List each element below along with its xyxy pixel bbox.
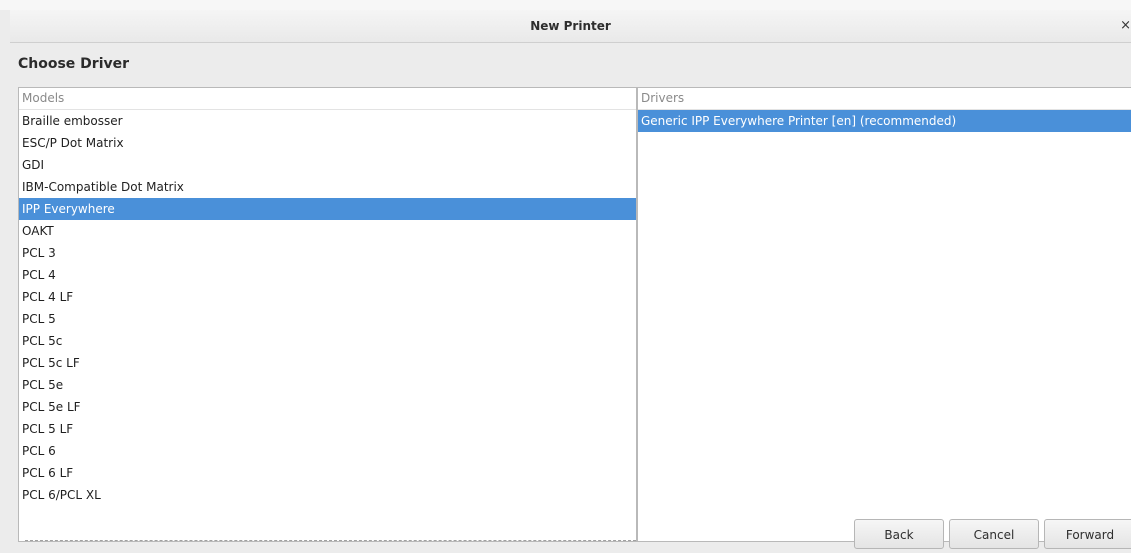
model-list-item[interactable]: PCL 4 [19, 264, 636, 286]
dialog-content: Choose Driver Models Braille embosser ESC… [10, 43, 1131, 553]
model-list-item[interactable]: PCL 6 [19, 440, 636, 462]
page-title: Choose Driver [18, 56, 130, 72]
drivers-column-header[interactable]: Drivers [638, 88, 1131, 110]
back-button[interactable]: Back [854, 519, 944, 549]
model-list-item[interactable]: Braille embosser [19, 110, 636, 132]
model-list-item[interactable]: PCL 5e [19, 374, 636, 396]
cancel-button[interactable]: Cancel [949, 519, 1039, 549]
model-list-item[interactable]: PCL 4 LF [19, 286, 636, 308]
model-list-item[interactable]: ESC/P Dot Matrix [19, 132, 636, 154]
model-list-item[interactable]: PCL 5c [19, 330, 636, 352]
models-list[interactable]: Models Braille embosser ESC/P Dot Matrix G… [18, 87, 637, 542]
model-list-item[interactable]: IBM-Compatible Dot Matrix [19, 176, 636, 198]
driver-list-item[interactable]: Generic IPP Everywhere Printer [en] (rec… [638, 110, 1131, 132]
model-list-item[interactable]: PCL 5c LF [19, 352, 636, 374]
model-list-item[interactable]: GDI [19, 154, 636, 176]
close-icon[interactable]: × [1120, 18, 1131, 33]
titlebar-shadow [0, 0, 1131, 10]
drivers-rows: Generic IPP Everywhere Printer [en] (rec… [638, 110, 1131, 132]
button-bar: Back Cancel Forward [10, 508, 1131, 553]
model-list-item[interactable]: PCL 5 [19, 308, 636, 330]
new-printer-dialog: New Printer × Choose Driver Models Brail… [0, 0, 1131, 553]
model-list-item[interactable]: PCL 6/PCL XL [19, 484, 636, 506]
drivers-list[interactable]: Drivers Generic IPP Everywhere Printer [… [637, 87, 1131, 542]
model-list-item[interactable]: PCL 5e LF [19, 396, 636, 418]
dialog-title: New Printer [530, 19, 611, 33]
model-list-item[interactable]: PCL 3 [19, 242, 636, 264]
models-rows: Braille embosser ESC/P Dot Matrix GDI IBM-C… [19, 110, 636, 506]
titlebar: New Printer × [10, 10, 1131, 43]
forward-button[interactable]: Forward [1044, 519, 1131, 549]
model-list-item[interactable]: OAKT [19, 220, 636, 242]
model-list-item[interactable]: IPP Everywhere [19, 198, 636, 220]
model-list-item[interactable]: PCL 5 LF [19, 418, 636, 440]
model-list-item[interactable]: PCL 6 LF [19, 462, 636, 484]
models-column-header[interactable]: Models [19, 88, 636, 110]
